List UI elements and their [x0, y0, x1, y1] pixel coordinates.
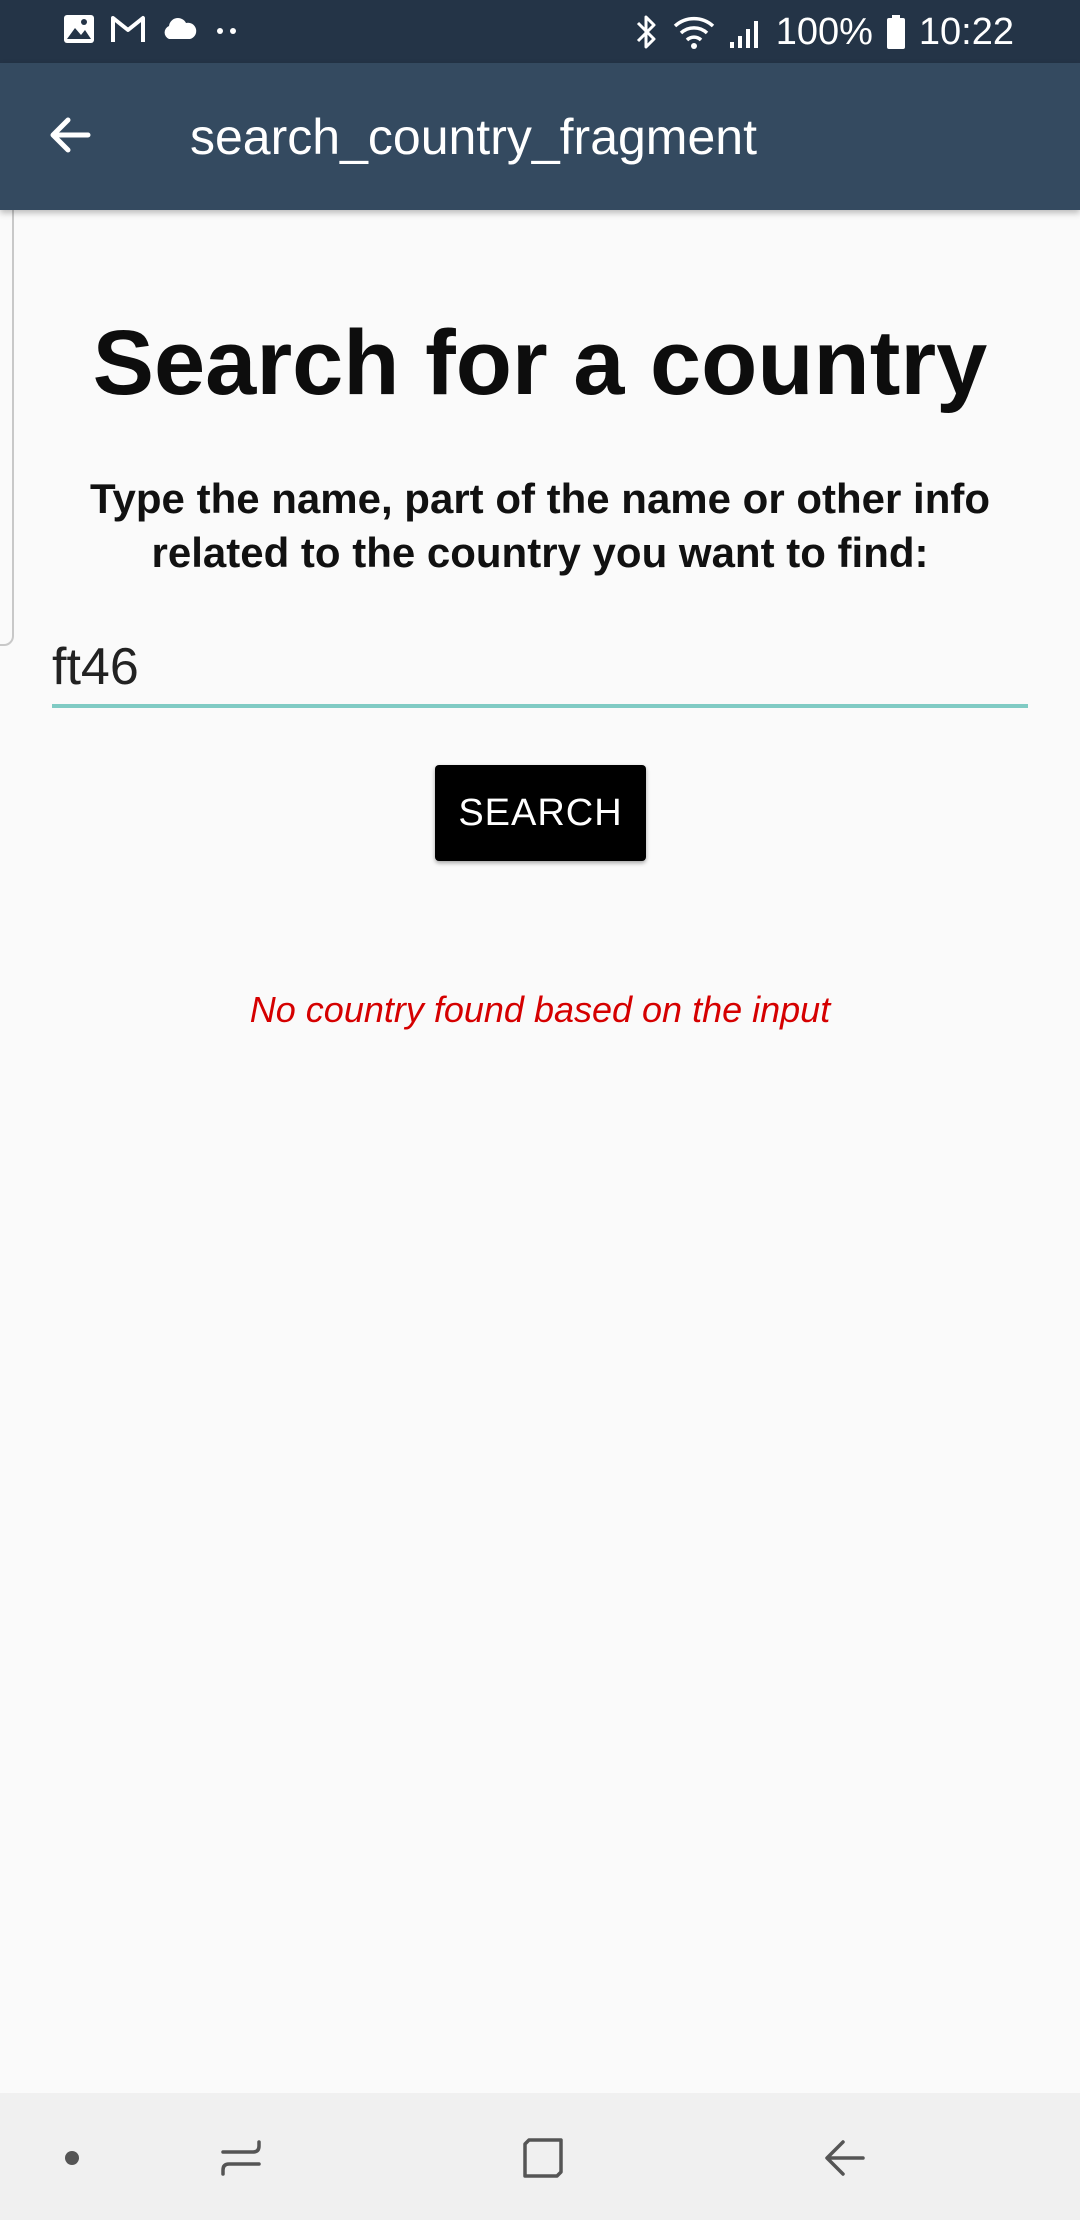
page-title: Search for a country — [92, 312, 988, 414]
wifi-icon — [672, 12, 716, 52]
arrow-back-icon — [46, 111, 94, 164]
image-icon — [62, 12, 96, 46]
back-button[interactable] — [30, 97, 110, 177]
recent-apps-button[interactable] — [196, 2115, 286, 2205]
battery-percent: 100% — [775, 11, 873, 53]
bluetooth-icon — [632, 12, 660, 52]
no-results-message: No country found based on the input — [249, 989, 831, 1030]
recent-apps-icon — [217, 2134, 265, 2187]
cloud-icon — [160, 15, 198, 43]
drawer-edge[interactable] — [0, 196, 14, 646]
home-button[interactable] — [498, 2115, 588, 2205]
dot-icon — [62, 2148, 82, 2173]
toolbar-title: search_country_fragment — [190, 109, 757, 165]
search-input[interactable] — [52, 630, 1028, 708]
system-indicators: 100% 10:22 — [632, 8, 1014, 56]
back-icon — [821, 2134, 869, 2187]
navigation-bar — [0, 2093, 1080, 2220]
search-button[interactable]: SEARCH — [435, 765, 646, 861]
app-bar: search_country_fragment — [0, 63, 1080, 210]
status-bar: 100% 10:22 — [0, 0, 1080, 63]
system-back-button[interactable] — [800, 2115, 890, 2205]
gmail-icon — [110, 14, 146, 44]
nav-dot-button[interactable] — [27, 2115, 117, 2205]
signal-icon — [728, 12, 764, 52]
battery-icon — [885, 12, 907, 52]
screen: 100% 10:22 search_country_fragment Searc… — [0, 0, 1080, 2220]
clock: 10:22 — [918, 11, 1014, 53]
more-notifications-icon — [212, 14, 242, 44]
home-icon — [519, 2134, 567, 2187]
instructions-text: Type the name, part of the name or other… — [90, 475, 990, 576]
notification-icons — [62, 12, 242, 46]
